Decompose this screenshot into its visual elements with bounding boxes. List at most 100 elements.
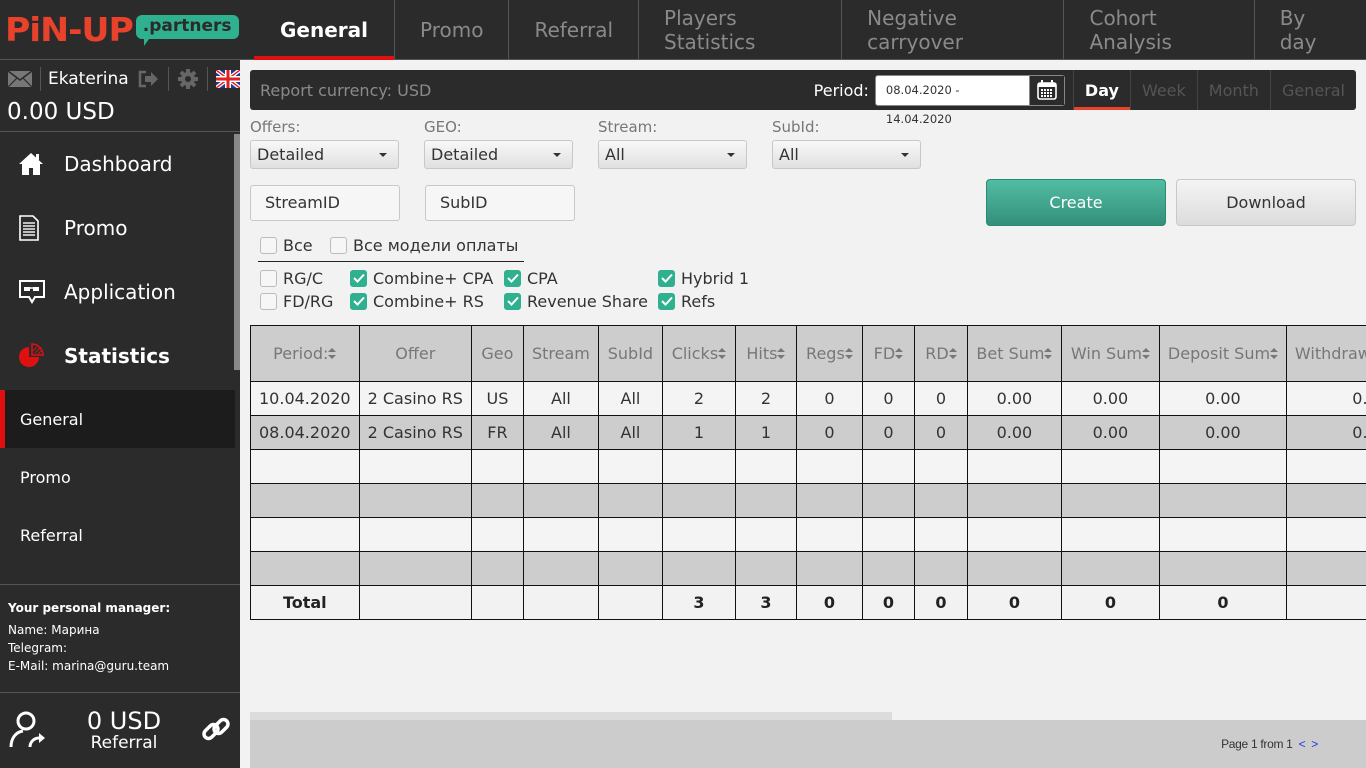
manager-email[interactable]: E-Mail: marina@guru.team [8,657,232,675]
sub-id-input[interactable]: SubID [425,185,575,221]
uk-flag-icon[interactable] [215,70,240,88]
user-share-icon[interactable] [0,709,48,753]
offers-value: Detailed [257,145,325,164]
period-value[interactable]: 08.04.2020 - 14.04.2020 [876,76,1029,126]
column-header[interactable]: Hits [734,325,797,382]
table-cell [250,551,360,586]
checkbox-all[interactable]: Все [260,235,313,255]
tab-by-day[interactable]: By day [1255,0,1366,60]
table-cell [966,483,1062,518]
sort-icon[interactable] [895,347,904,362]
checkbox-box[interactable] [260,269,277,287]
sort-icon[interactable] [948,347,957,362]
checkbox-box[interactable] [260,292,277,310]
manager-title: Your personal manager: [8,601,171,615]
subnav-item-promo[interactable]: Promo [0,448,235,506]
checkbox-revenue-share[interactable]: Revenue Share [504,291,648,311]
column-header[interactable]: RD [913,325,968,382]
sort-icon[interactable] [328,347,337,362]
sort-icon[interactable] [844,347,853,362]
sort-icon[interactable] [1044,347,1053,362]
create-button[interactable]: Create [986,179,1166,226]
tab-negative-carryover[interactable]: Negative carryover [842,0,1065,60]
sort-icon[interactable] [1270,347,1279,362]
checkbox-fd-rg[interactable]: FD/RG [260,291,333,311]
checkbox-cpa[interactable]: CPA [504,268,558,288]
column-header[interactable]: Deposit Sum [1158,325,1287,382]
table-cell [1285,483,1366,518]
subid-select[interactable]: All [772,140,921,169]
checkbox-refs[interactable]: Refs [658,291,715,311]
check-icon[interactable] [658,269,675,287]
download-button[interactable]: Download [1176,179,1356,226]
column-header[interactable]: Regs [795,325,863,382]
checkbox-all-models[interactable]: Все модели оплаты [330,235,518,255]
tab-referral[interactable]: Referral [509,0,640,60]
tab-general[interactable]: General [254,0,395,60]
check-icon[interactable] [658,292,675,310]
checkbox-combine-cpa[interactable]: Combine+ CPA [350,268,493,288]
stream-value: All [605,145,625,164]
column-header-label: Geo [481,344,514,363]
column-header[interactable]: Bet Sum [966,325,1062,382]
sidebar-scrollbar[interactable] [234,134,240,370]
checkbox-box[interactable] [260,236,277,254]
calendar-icon[interactable] [1028,75,1064,105]
sidebar-item-promo[interactable]: Promo [0,196,240,260]
horizontal-scrollbar[interactable] [250,712,892,720]
tab-promo[interactable]: Promo [395,0,510,60]
mail-icon[interactable] [7,69,33,89]
sort-icon[interactable] [777,347,786,362]
logout-icon[interactable] [136,69,161,89]
table-cell [795,551,863,586]
next-page-button[interactable]: > [1311,737,1318,751]
table-cell [861,449,915,484]
sidebar-item-dashboard[interactable]: Dashboard [0,132,240,196]
tab-cohort-analysis[interactable]: Cohort Analysis [1064,0,1255,60]
gear-icon[interactable] [175,68,200,90]
prev-page-button[interactable]: < [1299,737,1306,751]
column-header[interactable]: Withdrawal Sum [1285,325,1366,382]
table-cell [470,517,524,552]
checkbox-box[interactable] [330,236,347,254]
stream-id-input[interactable]: StreamID [250,185,400,221]
range-day[interactable]: Day [1072,70,1130,110]
sort-icon[interactable] [1141,347,1150,362]
link-icon[interactable] [200,713,240,749]
report-currency: Report currency: USD [260,80,432,100]
check-icon[interactable] [504,269,521,287]
range-general[interactable]: General [1269,70,1356,110]
period-input[interactable]: 08.04.2020 - 14.04.2020 [874,74,1065,126]
subnav-item-general[interactable]: General [0,390,235,448]
application-icon [18,279,64,305]
table-cell: 0.00 [1060,415,1160,450]
subnav-item-referral[interactable]: Referral [0,506,235,564]
checkbox-rg-c[interactable]: RG/C [260,268,323,288]
user-name[interactable]: Ekaterina [48,69,136,89]
column-header[interactable]: Clicks [661,325,736,382]
check-icon[interactable] [504,292,521,310]
chevron-down-icon [727,153,735,157]
logo[interactable]: PiN-UP .partners [0,0,240,60]
sidebar-item-application[interactable]: Application [0,260,240,324]
table-cell [1158,517,1287,552]
total-cell: 3 [661,585,736,620]
geo-select[interactable]: Detailed [424,140,573,169]
column-header[interactable]: FD [861,325,915,382]
offers-select[interactable]: Detailed [250,140,399,169]
check-icon[interactable] [350,269,367,287]
sort-icon[interactable] [718,347,727,362]
check-icon[interactable] [350,292,367,310]
tab-players-statistics[interactable]: Players Statistics [639,0,843,60]
table-cell [1285,449,1366,484]
table-cell [734,483,797,518]
checkbox-hybrid-1[interactable]: Hybrid 1 [658,268,749,288]
column-header[interactable]: Win Sum [1060,325,1160,382]
column-header[interactable]: Period: [250,325,360,382]
table-cell [250,483,360,518]
sidebar-item-statistics[interactable]: Statistics [0,324,240,388]
checkbox-combine-rs[interactable]: Combine+ RS [350,291,484,311]
stream-select[interactable]: All [598,140,747,169]
range-week[interactable]: Week [1129,70,1197,110]
range-month[interactable]: Month [1196,70,1270,110]
